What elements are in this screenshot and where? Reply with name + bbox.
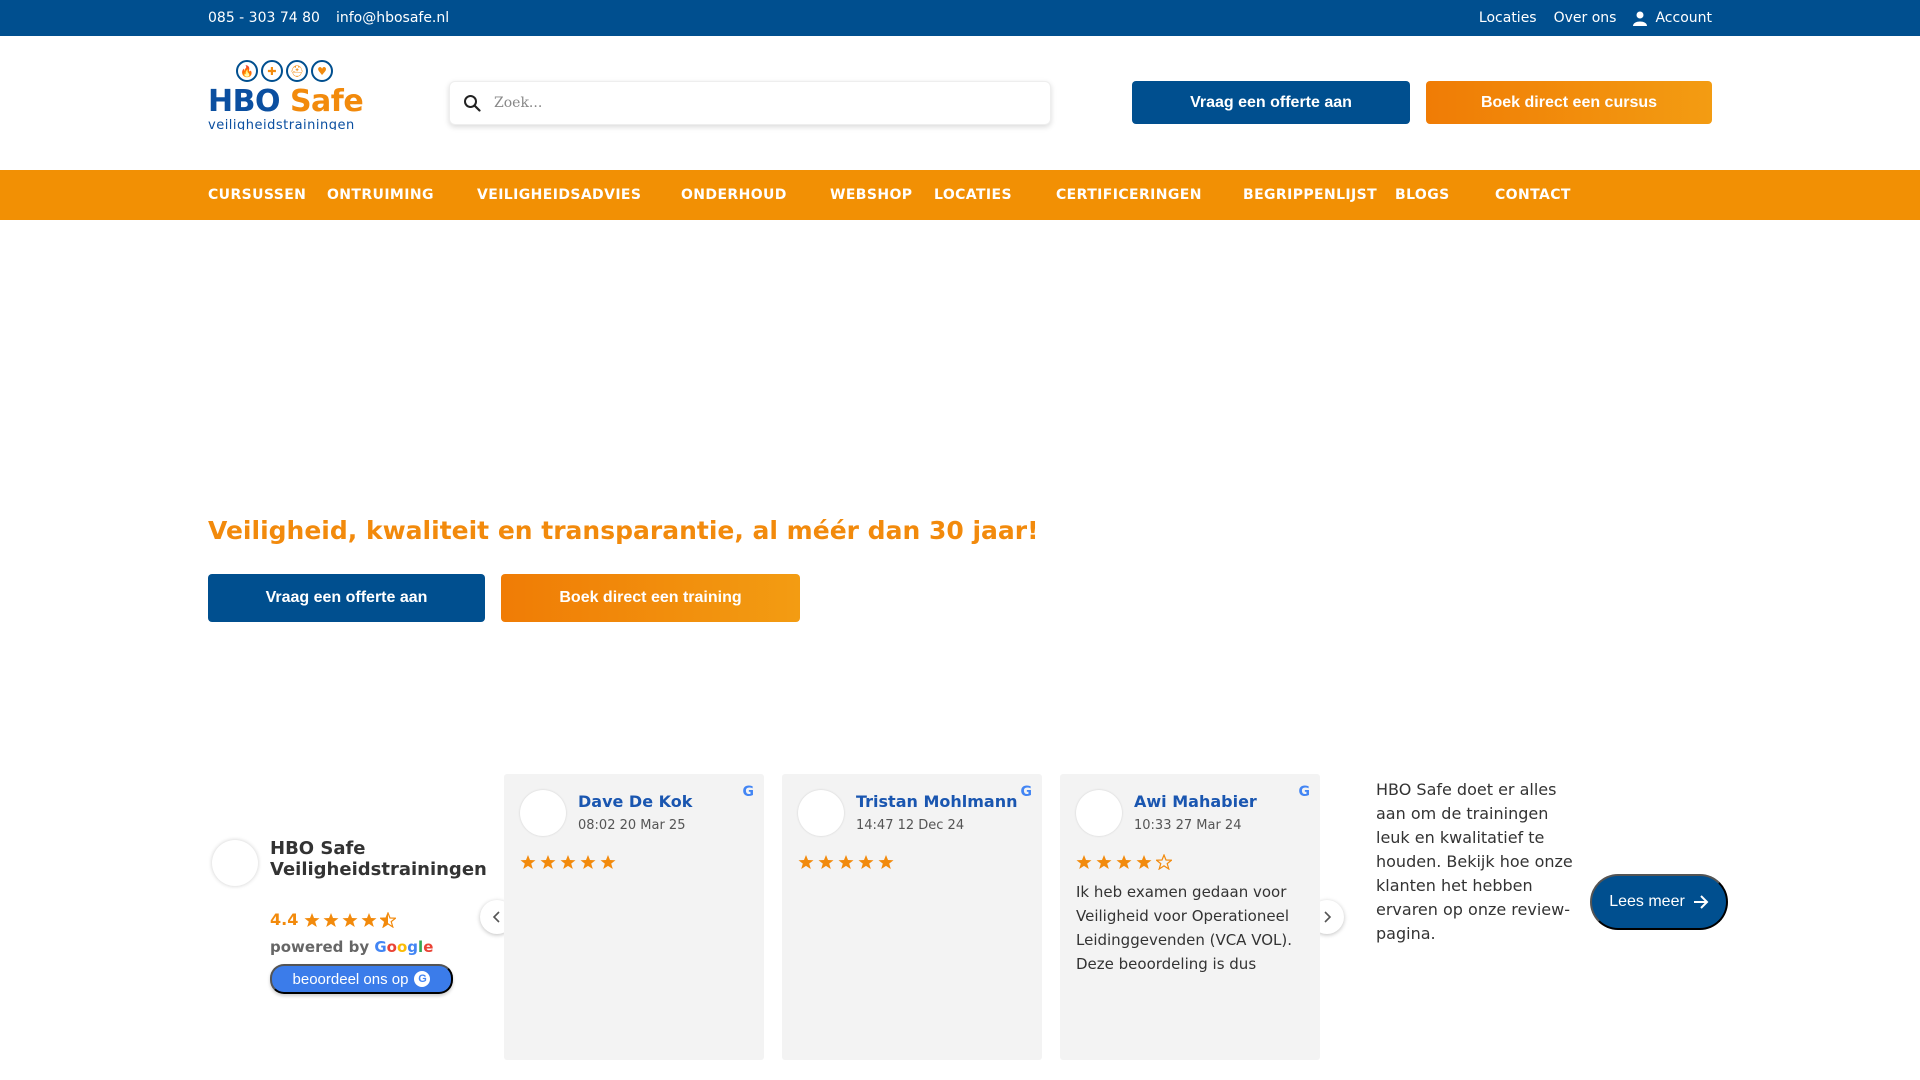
read-more-label: Lees meer (1609, 893, 1685, 910)
review-time: 10:33 27 Mar 24 (1134, 818, 1242, 833)
read-more-button[interactable]: Lees meer (1590, 874, 1728, 930)
user-icon (1633, 11, 1648, 26)
hero-book-button[interactable]: Boek direct een training (501, 574, 800, 622)
rate-us-label: beoordeel ons op (292, 970, 409, 988)
reviewer-name[interactable]: Dave De Kok (578, 792, 692, 811)
star-icon (798, 855, 814, 869)
business-avatar (212, 840, 258, 886)
star-icon (304, 912, 320, 927)
star-icon (342, 912, 358, 927)
reviewer-avatar (520, 790, 566, 836)
rate-us-button[interactable]: beoordeel ons op G (270, 964, 453, 994)
rating-number: 4.4 (270, 910, 299, 929)
nav-item-locaties[interactable]: LOCATIES (934, 187, 1012, 203)
star-icon (361, 912, 377, 927)
header-book-button[interactable]: Boek direct een cursus (1426, 81, 1712, 124)
logo[interactable]: 🔥 ✚ ⛑ ♥ HBO Safe veiligheidstrainingen (208, 60, 378, 130)
top-link-locaties[interactable]: Locaties (1479, 10, 1537, 26)
star-icon (818, 855, 834, 869)
account-link[interactable]: Account (1633, 10, 1712, 26)
star-icon (1116, 855, 1132, 869)
nav-item-ontruiming[interactable]: ONTRUIMING (327, 187, 434, 203)
review-stars (1076, 854, 1172, 870)
star-icon (878, 855, 894, 869)
phone-link[interactable]: 085 - 303 74 80 (208, 10, 320, 26)
star-icon (323, 912, 339, 927)
search-bar (449, 81, 1051, 125)
star-icon (1096, 855, 1112, 869)
chevron-left-icon (492, 911, 500, 923)
star-icon (858, 855, 874, 869)
contact-info: 085 - 303 74 80 info@hbosafe.nl (208, 10, 449, 26)
powered-by-google: powered by Google (270, 938, 434, 956)
flame-icon: 🔥 (236, 60, 258, 82)
nav-item-webshop[interactable]: WEBSHOP (830, 187, 912, 203)
nav-item-certificeringen[interactable]: CERTIFICERINGEN (1056, 187, 1202, 203)
reviewer-name[interactable]: Awi Mahabier (1134, 792, 1257, 811)
nav-item-contact[interactable]: CONTACT (1495, 187, 1571, 203)
star-icon (520, 855, 536, 869)
star-icon (1136, 855, 1152, 869)
nav-item-begrippenlijst[interactable]: BEGRIPPENLIJST (1243, 187, 1377, 203)
top-link-over-ons[interactable]: Over ons (1554, 10, 1617, 26)
review-stars (798, 854, 894, 870)
top-bar: 085 - 303 74 80 info@hbosafe.nl Locaties… (0, 0, 1920, 36)
reviewer-avatar (1076, 790, 1122, 836)
account-label: Account (1655, 10, 1712, 26)
hero-offer-button[interactable]: Vraag een offerte aan (208, 574, 485, 622)
reviews-summary: HBO Safe Veiligheidstrainingen 4.4 power… (208, 836, 487, 1006)
star-icon (540, 855, 556, 869)
header: 🔥 ✚ ⛑ ♥ HBO Safe veiligheidstrainingen V… (0, 36, 1920, 170)
review-time: 08:02 20 Mar 25 (578, 818, 686, 833)
logo-icons: 🔥 ✚ ⛑ ♥ (236, 60, 333, 82)
search-icon[interactable] (450, 94, 494, 112)
google-icon: G (414, 971, 431, 987)
hero-title: Veiligheid, kwaliteit en transparantie, … (208, 516, 1039, 545)
business-name: HBO Safe Veiligheidstrainingen (270, 838, 487, 880)
review-text: Ik heb examen gedaan voor Veiligheid voo… (1076, 883, 1292, 973)
rating-stars (304, 911, 397, 928)
logo-brand: HBO Safe (208, 84, 364, 119)
star-half-icon (380, 911, 397, 928)
chevron-right-icon (1324, 911, 1332, 923)
summary-rating: 4.4 (270, 910, 397, 929)
top-links: Locaties Over ons Account (1479, 10, 1712, 26)
logo-tagline: veiligheidstrainingen (208, 118, 355, 130)
search-input[interactable] (494, 95, 1034, 111)
star-outline-icon (1156, 854, 1172, 870)
review-info-text: HBO Safe doet er alles aan om de trainin… (1376, 780, 1573, 943)
reviewer-avatar (798, 790, 844, 836)
header-offer-button[interactable]: Vraag een offerte aan (1132, 81, 1410, 124)
nav-item-blogs[interactable]: BLOGS (1395, 187, 1450, 203)
star-icon (580, 855, 596, 869)
reviewer-name[interactable]: Tristan Mohlmann (856, 792, 1018, 811)
nav-item-veiligheidsadvies[interactable]: VEILIGHEIDSADVIES (477, 187, 641, 203)
review-card: Dave De Kok 08:02 20 Mar 25 G (504, 774, 764, 1060)
google-icon: G (1020, 784, 1033, 800)
first-aid-icon: ✚ (261, 60, 283, 82)
arrow-right-icon (1693, 895, 1709, 909)
star-icon (600, 855, 616, 869)
review-card: Tristan Mohlmann 14:47 12 Dec 24 G (782, 774, 1042, 1060)
star-icon (838, 855, 854, 869)
evacuation-icon: ⛑ (286, 60, 308, 82)
review-time: 14:47 12 Dec 24 (856, 818, 965, 833)
star-icon (1076, 855, 1092, 869)
main-nav: CURSUSSEN ONTRUIMING VEILIGHEIDSADVIES O… (0, 170, 1920, 220)
email-link[interactable]: info@hbosafe.nl (336, 10, 449, 26)
google-icon: G (742, 784, 755, 800)
star-icon (560, 855, 576, 869)
review-stars (520, 854, 616, 870)
google-icon: G (1298, 784, 1311, 800)
review-card: Awi Mahabier 10:33 27 Mar 24 G Ik heb ex… (1060, 774, 1320, 1060)
heart-icon: ♥ (311, 60, 333, 82)
nav-item-onderhoud[interactable]: ONDERHOUD (681, 187, 787, 203)
nav-item-cursussen[interactable]: CURSUSSEN (208, 187, 306, 203)
